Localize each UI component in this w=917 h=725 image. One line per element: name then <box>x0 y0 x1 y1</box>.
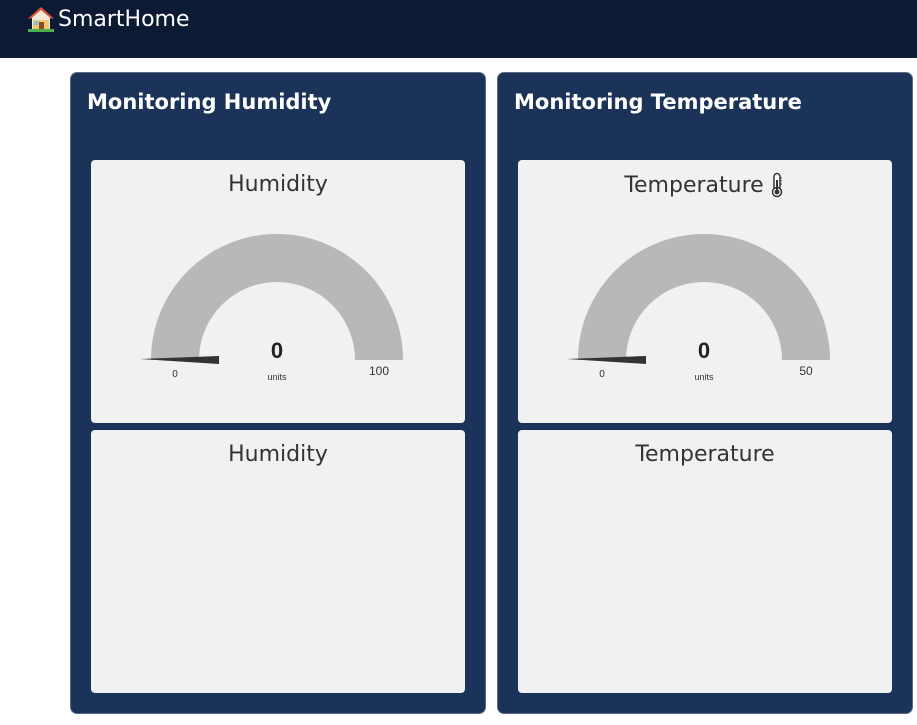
top-navbar: SmartHome <box>0 0 917 58</box>
temperature-gauge: 0 units 0 50 <box>567 234 830 382</box>
gauge-value: 0 <box>271 338 283 363</box>
chart-card-title: Temperature <box>518 442 892 467</box>
chart-title-text: Humidity <box>228 442 328 467</box>
gauge-max-label: 100 <box>369 364 389 378</box>
panel-humidity: Monitoring Humidity Humidity 0 units 0 1… <box>70 72 486 714</box>
gauge-min-label: 0 <box>172 369 178 380</box>
panel-temperature: Monitoring Temperature Temperature 0 uni… <box>497 72 913 714</box>
gauge-max-label: 50 <box>799 364 813 378</box>
chart-card-title: Humidity <box>91 442 465 467</box>
brand-link[interactable]: SmartHome <box>28 6 190 32</box>
gauge-units: units <box>267 372 287 382</box>
gauge-units: units <box>694 372 714 382</box>
gauge-card-humidity: Humidity 0 units 0 100 <box>91 160 465 423</box>
gauge-value: 0 <box>698 338 710 363</box>
chart-title-text: Temperature <box>635 442 775 467</box>
panel-title: Monitoring Temperature <box>514 90 802 114</box>
humidity-gauge: 0 units 0 100 <box>140 234 403 382</box>
panel-title: Monitoring Humidity <box>87 90 332 114</box>
gauge-card-temperature: Temperature 0 units 0 50 <box>518 160 892 423</box>
chart-card-temperature: Temperature <box>518 430 892 693</box>
app-title: SmartHome <box>58 6 190 32</box>
chart-card-humidity: Humidity <box>91 430 465 693</box>
gauge-min-label: 0 <box>599 369 605 380</box>
house-icon <box>28 7 54 32</box>
